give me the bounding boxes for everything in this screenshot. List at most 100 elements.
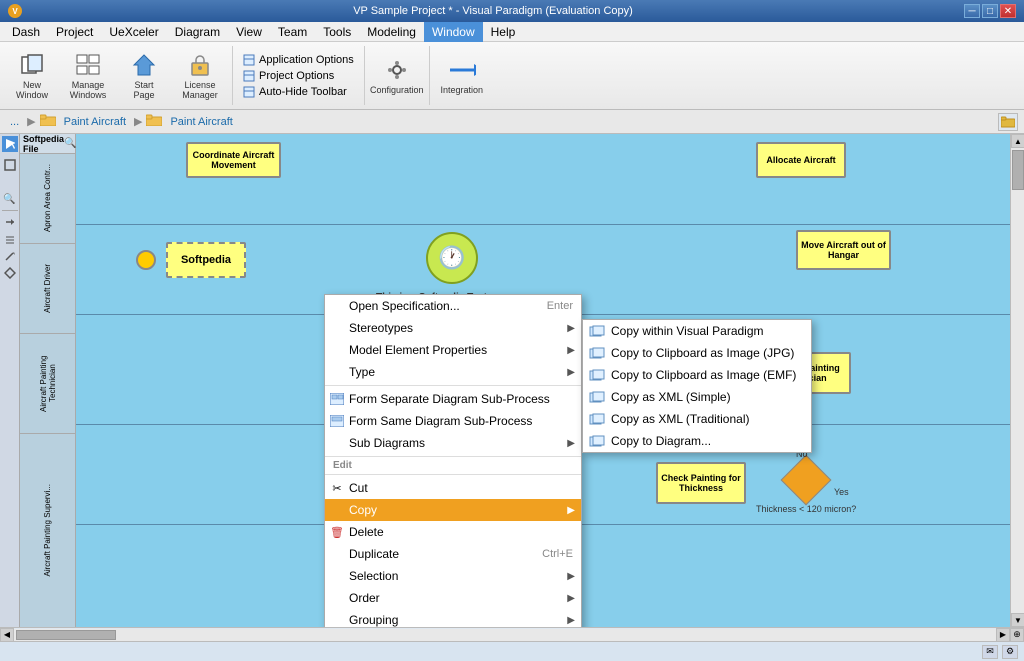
maximize-button[interactable]: □ — [982, 4, 998, 18]
autohide-toolbar-item[interactable]: Auto-Hide Toolbar — [239, 85, 358, 99]
cm-open-spec[interactable]: Open Specification... Enter — [325, 295, 581, 317]
license-manager-button[interactable]: License Manager — [174, 47, 226, 105]
breadcrumb-folder-button[interactable] — [998, 113, 1018, 131]
start-page-button[interactable]: Start Page — [118, 47, 170, 105]
scroll-left-button[interactable]: ◀ — [0, 628, 14, 642]
cm-model-props[interactable]: Model Element Properties ▶ — [325, 339, 581, 361]
sm-copy-jpg[interactable]: Copy to Clipboard as Image (JPG) — [583, 342, 811, 364]
swimlane-line-1 — [76, 224, 1010, 225]
sm-copy-xml-trad[interactable]: Copy as XML (Traditional) — [583, 408, 811, 430]
process-allocate[interactable]: Allocate Aircraft — [756, 142, 846, 178]
cm-order[interactable]: Order ▶ — [325, 587, 581, 609]
project-options-item[interactable]: Project Options — [239, 69, 358, 83]
swimlane-tab-3[interactable]: Aircraft Painting Technician — [20, 334, 75, 434]
menu-tools[interactable]: Tools — [315, 22, 359, 42]
tool-diamond[interactable] — [2, 265, 18, 281]
cm-cut-label: Cut — [349, 481, 368, 495]
horizontal-scrollbar: ◀ ▶ ⊕ — [0, 627, 1024, 641]
left-tool-sidebar: 🔍 — [0, 134, 20, 627]
diamond-inner — [781, 455, 832, 506]
scroll-up-button[interactable]: ▲ — [1011, 134, 1024, 148]
cm-form-separate-icon — [329, 391, 345, 407]
manage-windows-button[interactable]: Manage Windows — [62, 47, 114, 105]
cm-delete[interactable]: 🗑 Delete — [325, 521, 581, 543]
title-controls[interactable]: ─ □ ✕ — [964, 4, 1016, 18]
diamond-shape[interactable] — [776, 460, 836, 500]
menu-team[interactable]: Team — [270, 22, 315, 42]
start-circle[interactable] — [136, 250, 156, 270]
cm-stereotypes[interactable]: Stereotypes ▶ — [325, 317, 581, 339]
tool-search[interactable]: 🔍 — [2, 191, 18, 207]
menu-dash[interactable]: Dash — [4, 22, 48, 42]
menu-help[interactable]: Help — [483, 22, 524, 42]
new-window-button[interactable]: New Window — [6, 47, 58, 105]
sm-copy-diagram[interactable]: Copy to Diagram... — [583, 430, 811, 452]
process-coordinate[interactable]: Coordinate Aircraft Movement — [186, 142, 281, 178]
toolbar-options-group: Application Options Project Options Auto… — [239, 49, 358, 103]
sm-copy-diagram-icon — [587, 433, 607, 449]
zoom-button[interactable]: ⊕ — [1010, 628, 1024, 642]
swimlane-tabs: Apron Area Contr... Aircraft Driver Airc… — [20, 154, 75, 627]
menu-diagram[interactable]: Diagram — [167, 22, 228, 42]
integration-button[interactable]: Integration — [436, 47, 488, 105]
cm-form-separate[interactable]: Form Separate Diagram Sub-Process — [325, 388, 581, 410]
clock-shape[interactable]: 🕐 — [426, 232, 478, 284]
swimlane-tab-1[interactable]: Apron Area Contr... — [20, 154, 75, 244]
cm-sep-1 — [325, 385, 581, 386]
cm-cut[interactable]: ✂ Cut — [325, 477, 581, 499]
swimlane-tab-4[interactable]: Aircraft Painting Supervi... — [20, 434, 75, 627]
scroll-thumb[interactable] — [1012, 150, 1024, 190]
tool-5[interactable] — [2, 231, 18, 247]
app-options-item[interactable]: Application Options — [239, 53, 358, 67]
menu-project[interactable]: Project — [48, 22, 101, 42]
copy-submenu: Copy within Visual Paradigm Copy to Clip… — [582, 319, 812, 453]
swimlane-tab-2[interactable]: Aircraft Driver — [20, 244, 75, 334]
start-page-icon — [130, 51, 158, 79]
sm-copy-vp[interactable]: Copy within Visual Paradigm — [583, 320, 811, 342]
file-panel-label: Softpedia File — [23, 134, 64, 154]
close-button[interactable]: ✕ — [1000, 4, 1016, 18]
configuration-button[interactable]: Configuration — [371, 47, 423, 105]
h-scroll-thumb[interactable] — [16, 630, 116, 640]
scroll-down-button[interactable]: ▼ — [1011, 613, 1024, 627]
mail-icon[interactable]: ✉ — [982, 645, 998, 659]
sm-copy-xml-simple-icon — [587, 389, 607, 405]
menu-window[interactable]: Window — [424, 22, 483, 42]
sm-copy-diagram-label: Copy to Diagram... — [611, 434, 711, 448]
tool-pencil[interactable] — [2, 248, 18, 264]
cm-copy-arrow: ▶ — [567, 505, 575, 516]
integration-icon — [448, 56, 476, 84]
tool-4[interactable] — [2, 214, 18, 230]
breadcrumb-home[interactable]: ... — [6, 115, 23, 129]
settings-icon[interactable]: ⚙ — [1002, 645, 1018, 659]
tool-2[interactable] — [2, 157, 18, 173]
title-bar: V VP Sample Project * - Visual Paradigm … — [0, 0, 1024, 22]
menu-modeling[interactable]: Modeling — [359, 22, 424, 42]
breadcrumb-paint-aircraft-2[interactable]: Paint Aircraft — [166, 115, 236, 129]
tool-3[interactable] — [2, 174, 18, 190]
process-softpedia[interactable]: Softpedia — [166, 242, 246, 278]
scroll-right-button[interactable]: ▶ — [996, 628, 1010, 642]
swimlane-label-1: Apron Area Contr... — [41, 162, 54, 234]
cm-open-spec-shortcut: Enter — [547, 300, 573, 312]
menu-uexceler[interactable]: UeXceler — [101, 22, 166, 42]
cm-grouping-arrow: ▶ — [567, 615, 575, 626]
cm-sub-diagrams[interactable]: Sub Diagrams ▶ — [325, 432, 581, 454]
sm-copy-xml-simple[interactable]: Copy as XML (Simple) — [583, 386, 811, 408]
cm-type[interactable]: Type ▶ — [325, 361, 581, 383]
cm-duplicate[interactable]: Duplicate Ctrl+E — [325, 543, 581, 565]
process-move-aircraft[interactable]: Move Aircraft out of Hangar — [796, 230, 891, 270]
minimize-button[interactable]: ─ — [964, 4, 980, 18]
sm-copy-emf[interactable]: Copy to Clipboard as Image (EMF) — [583, 364, 811, 386]
breadcrumb-paint-aircraft-1[interactable]: Paint Aircraft — [60, 115, 130, 129]
cm-duplicate-shortcut: Ctrl+E — [542, 548, 573, 560]
cm-form-same[interactable]: Form Same Diagram Sub-Process — [325, 410, 581, 432]
cm-copy[interactable]: Copy ▶ — [325, 499, 581, 521]
process-check-painting[interactable]: Check Painting for Thickness — [656, 462, 746, 504]
menu-view[interactable]: View — [228, 22, 270, 42]
cm-selection[interactable]: Selection ▶ — [325, 565, 581, 587]
file-search-icon[interactable]: 🔍 — [64, 138, 76, 149]
sm-copy-xml-simple-label: Copy as XML (Simple) — [611, 390, 731, 404]
tool-select[interactable] — [2, 136, 18, 152]
cm-grouping[interactable]: Grouping ▶ — [325, 609, 581, 627]
